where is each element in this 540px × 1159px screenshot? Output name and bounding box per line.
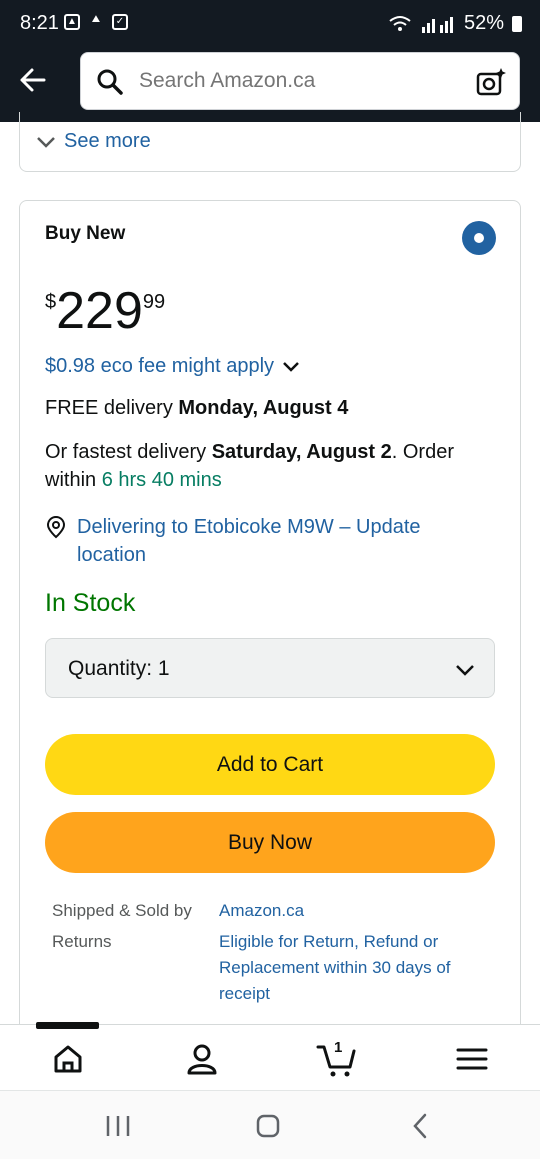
eco-fee-text: $0.98 eco fee might apply	[45, 355, 275, 377]
fastest-delivery: Or fastest delivery Saturday, August 2. …	[45, 438, 495, 494]
buy-now-label: Buy Now	[227, 830, 313, 854]
app-notification-icon: ⛰	[91, 14, 101, 25]
battery-percent: 52%	[463, 12, 504, 34]
search-input[interactable]	[139, 69, 459, 93]
quantity-label: Quantity: 1	[68, 657, 170, 680]
back-arrow-icon[interactable]	[14, 60, 54, 100]
bottom-nav: 1	[0, 1024, 540, 1091]
check-notification-icon: ✓	[112, 14, 128, 30]
within-text: within	[45, 469, 102, 491]
camera-search-icon[interactable]	[475, 66, 507, 98]
notification-icons: ▲ ⛰ ✓	[64, 14, 128, 30]
free-delivery: FREE delivery Monday, August 4	[45, 394, 348, 422]
status-time: 8:21	[20, 12, 59, 34]
buy-now-button[interactable]: Buy Now	[45, 812, 495, 873]
order-text: . Order	[391, 441, 454, 463]
fastest-date: Saturday, August 2	[211, 441, 392, 463]
wifi-icon	[389, 15, 411, 31]
search-bar[interactable]	[80, 52, 520, 110]
returns-label: Returns	[52, 932, 112, 951]
chevron-down-icon	[37, 136, 55, 148]
search-icon	[97, 69, 123, 95]
system-nav-bar	[0, 1090, 540, 1159]
chevron-down-icon	[456, 665, 474, 676]
delivery-countdown: 6 hrs 40 mins	[101, 469, 222, 491]
system-back-icon[interactable]	[405, 1111, 435, 1141]
battery-icon	[512, 15, 522, 32]
buy-box: Buy New $ 229 99 $0.98 eco fee might app…	[19, 200, 521, 1040]
fastest-prefix: Or fastest delivery	[45, 441, 212, 463]
see-more-label: See more	[64, 130, 151, 152]
buy-new-title: Buy New	[45, 223, 126, 244]
free-delivery-date: Monday, August 4	[178, 397, 349, 419]
delivery-location-text: Delivering to Etobicoke M9W – Update loc…	[77, 516, 421, 566]
add-to-cart-label: Add to Cart	[216, 752, 324, 776]
see-more-link[interactable]: See more	[36, 130, 151, 153]
quantity-selector[interactable]: Quantity: 1	[45, 638, 495, 698]
app-header	[0, 46, 540, 122]
delivery-location[interactable]: Delivering to Etobicoke M9W – Update loc…	[45, 513, 475, 569]
active-tab-indicator	[36, 1022, 99, 1029]
eco-fee-link[interactable]: $0.98 eco fee might apply	[45, 355, 300, 378]
status-right: 52%	[388, 12, 522, 35]
price-currency: $	[45, 291, 57, 313]
add-to-cart-button[interactable]: Add to Cart	[45, 734, 495, 795]
price: $ 229 99	[45, 285, 165, 337]
account-icon[interactable]	[182, 1039, 222, 1079]
free-delivery-prefix: FREE delivery	[45, 397, 179, 419]
status-bar: 8:21 ▲ ⛰ ✓ 52%	[0, 0, 540, 46]
see-more-card: See more	[19, 112, 521, 172]
price-fraction: 99	[142, 291, 166, 313]
recent-apps-icon[interactable]	[103, 1111, 133, 1141]
cart-nav[interactable]: 1	[316, 1039, 360, 1079]
home-button-icon[interactable]	[253, 1111, 283, 1141]
cart-count-badge: 1	[334, 1039, 343, 1056]
in-stock-status: In Stock	[45, 589, 136, 617]
price-whole: 229	[56, 282, 143, 340]
returns-link[interactable]: Eligible for Return, Refund or Replaceme…	[219, 929, 489, 1007]
location-pin-icon	[46, 515, 66, 539]
signal-icon	[421, 16, 453, 33]
home-icon[interactable]	[48, 1039, 88, 1079]
shipped-sold-link[interactable]: Amazon.ca	[219, 898, 489, 924]
chevron-down-icon	[283, 361, 299, 372]
menu-icon[interactable]	[452, 1039, 492, 1079]
photo-notification-icon: ▲	[64, 14, 80, 30]
shipped-sold-label: Shipped & Sold by	[52, 901, 192, 920]
buy-new-radio[interactable]	[462, 221, 496, 255]
